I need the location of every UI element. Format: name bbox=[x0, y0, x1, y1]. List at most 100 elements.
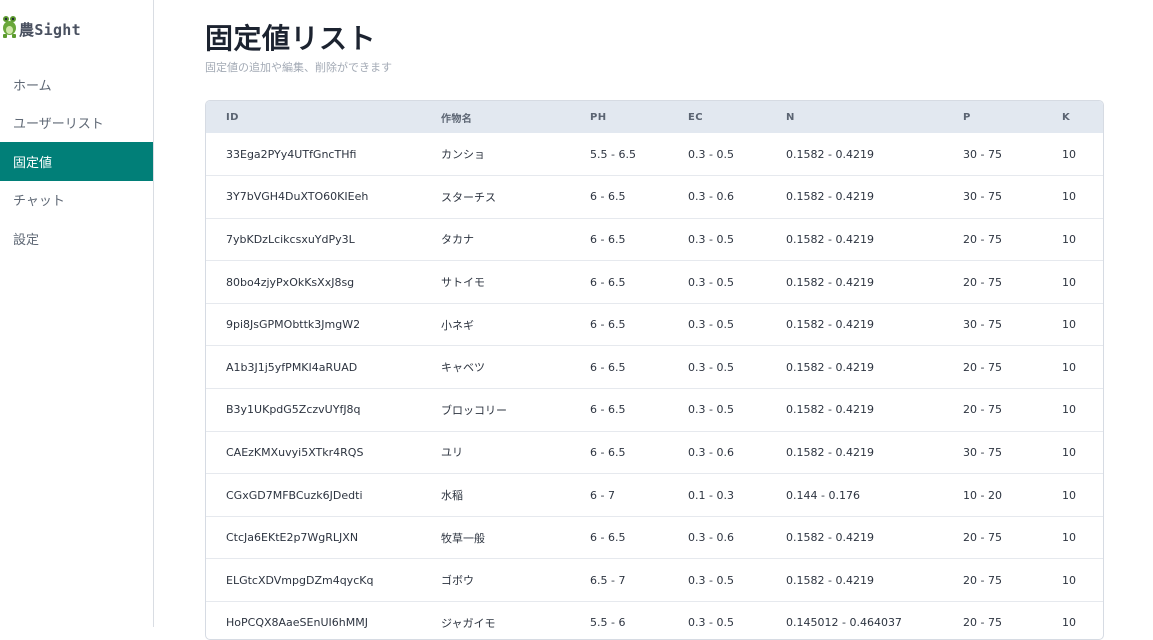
table-row[interactable]: CGxGD7MFBCuzk6JDedti 水稲 6 - 7 0.1 - 0.3 0.14… bbox=[206, 474, 1103, 517]
app-logo[interactable]: 農Sight bbox=[2, 14, 81, 44]
table-row[interactable]: 9pi8JsGPMObttk3JmgW2 小ネギ 6 - 6.5 0.3 - 0.5 0… bbox=[206, 303, 1103, 346]
cell-ec: 0.3 - 0.5 bbox=[688, 573, 734, 587]
cell-n: 0.1582 - 0.4219 bbox=[786, 531, 874, 545]
cell-crop-name: 水稲 bbox=[441, 489, 463, 503]
cell-ec: 0.3 - 0.6 bbox=[688, 190, 734, 204]
cell-p: 30 - 75 bbox=[963, 147, 1002, 161]
sidebar-item-home[interactable]: ホーム bbox=[0, 65, 153, 104]
cell-n: 0.1582 - 0.4219 bbox=[786, 147, 874, 161]
sidebar-item-label: 固定値 bbox=[13, 155, 53, 171]
cell-n: 0.145012 - 0.464037 bbox=[786, 616, 902, 630]
cell-id: CtcJa6EKtE2p7WgRLJXN bbox=[226, 531, 359, 545]
cell-p: 20 - 75 bbox=[963, 360, 1002, 374]
cell-ph: 6 - 6.5 bbox=[590, 360, 626, 374]
sidebar: 農Sight ホーム ユーザーリスト 固定値 チャット 設定 bbox=[0, 0, 154, 627]
logo-kanji: 農 bbox=[19, 20, 35, 39]
cell-id: 33Ega2PYy4UTfGncTHfi bbox=[226, 147, 357, 161]
table-row[interactable]: 80bo4zjyPxOkKsXxJ8sg サトイモ 6 - 6.5 0.3 - 0.5… bbox=[206, 261, 1103, 304]
cell-ph: 6 - 6.5 bbox=[590, 318, 626, 332]
cell-p: 20 - 75 bbox=[963, 403, 1002, 417]
frog-icon bbox=[2, 14, 18, 44]
table-row[interactable]: HoPCQX8AaeSEnUI6hMMJ ジャガイモ 5.5 - 6 0.3 - 0.… bbox=[206, 602, 1103, 639]
sidebar-item-settings[interactable]: 設定 bbox=[0, 219, 153, 258]
cell-ph: 6 - 6.5 bbox=[590, 445, 626, 459]
cell-ec: 0.3 - 0.5 bbox=[688, 403, 734, 417]
cell-ph: 5.5 - 6 bbox=[590, 616, 626, 630]
table-row[interactable]: 3Y7bVGH4DuXTO60KIEeh スターチス 6 - 6.5 0.3 - 0.… bbox=[206, 176, 1103, 219]
table-row[interactable]: A1b3J1j5yfPMKI4aRUAD キャベツ 6 - 6.5 0.3 - 0.5… bbox=[206, 346, 1103, 389]
table-header-row: ID 作物名 PH EC N P K bbox=[206, 101, 1103, 133]
cell-p: 20 - 75 bbox=[963, 232, 1002, 246]
cell-n: 0.1582 - 0.4219 bbox=[786, 275, 874, 289]
sidebar-nav: ホーム ユーザーリスト 固定値 チャット 設定 bbox=[0, 65, 153, 258]
cell-k: 10 bbox=[1062, 573, 1076, 587]
cell-ec: 0.3 - 0.5 bbox=[688, 360, 734, 374]
cell-ph: 6 - 6.5 bbox=[590, 232, 626, 246]
cell-k: 10 bbox=[1062, 318, 1076, 332]
cell-crop-name: ユリ bbox=[441, 446, 463, 460]
cell-k: 10 bbox=[1062, 275, 1076, 289]
cell-n: 0.144 - 0.176 bbox=[786, 488, 860, 502]
cell-p: 20 - 75 bbox=[963, 531, 1002, 545]
cell-p: 30 - 75 bbox=[963, 445, 1002, 459]
cell-k: 10 bbox=[1062, 445, 1076, 459]
sidebar-item-label: ユーザーリスト bbox=[13, 117, 104, 133]
cell-id: 7ybKDzLcikcsxuYdPy3L bbox=[226, 232, 355, 246]
cell-n: 0.1582 - 0.4219 bbox=[786, 232, 874, 246]
cell-id: HoPCQX8AaeSEnUI6hMMJ bbox=[226, 616, 368, 630]
cell-id: ELGtcXDVmpgDZm4qycKq bbox=[226, 573, 374, 587]
cell-crop-name: カンショ bbox=[441, 148, 485, 162]
table-row[interactable]: CtcJa6EKtE2p7WgRLJXN 牧草一般 6 - 6.5 0.3 - 0.6… bbox=[206, 516, 1103, 559]
column-header-crop-name: 作物名 bbox=[441, 113, 473, 125]
sidebar-item-chat[interactable]: チャット bbox=[0, 181, 153, 220]
cell-crop-name: スターチス bbox=[441, 190, 496, 204]
table-row[interactable]: 33Ega2PYy4UTfGncTHfi カンショ 5.5 - 6.5 0.3 - 0… bbox=[206, 133, 1103, 176]
cell-crop-name: ブロッコリー bbox=[441, 403, 507, 417]
page-subtitle: 固定値の追加や編集、削除ができます bbox=[205, 61, 392, 74]
cell-ec: 0.3 - 0.5 bbox=[688, 232, 734, 246]
cell-p: 30 - 75 bbox=[963, 318, 1002, 332]
table-row[interactable]: ELGtcXDVmpgDZm4qycKq ゴボウ 6.5 - 7 0.3 - 0.5 0… bbox=[206, 559, 1103, 602]
cell-id: 80bo4zjyPxOkKsXxJ8sg bbox=[226, 275, 355, 289]
cell-n: 0.1582 - 0.4219 bbox=[786, 445, 874, 459]
cell-p: 20 - 75 bbox=[963, 573, 1002, 587]
sidebar-item-user-list[interactable]: ユーザーリスト bbox=[0, 104, 153, 143]
cell-ec: 0.3 - 0.6 bbox=[688, 445, 734, 459]
fixed-values-table: ID 作物名 PH EC N P K 33Ega2PYy4UTfGncTHfi カ… bbox=[205, 100, 1104, 640]
table-row[interactable]: B3y1UKpdG5ZczvUYfJ8q ブロッコリー 6 - 6.5 0.3 - 0… bbox=[206, 389, 1103, 432]
sidebar-item-label: 設定 bbox=[13, 232, 40, 248]
logo-text: Sight bbox=[34, 20, 81, 39]
cell-crop-name: キャベツ bbox=[441, 361, 485, 375]
cell-k: 10 bbox=[1062, 147, 1076, 161]
cell-id: B3y1UKpdG5ZczvUYfJ8q bbox=[226, 403, 361, 417]
table-row[interactable]: 7ybKDzLcikcsxuYdPy3L タカナ 6 - 6.5 0.3 - 0.5 0… bbox=[206, 218, 1103, 261]
cell-ec: 0.3 - 0.5 bbox=[688, 616, 734, 630]
cell-crop-name: タカナ bbox=[441, 233, 474, 247]
column-header-p: P bbox=[963, 111, 971, 123]
cell-crop-name: 小ネギ bbox=[441, 318, 474, 332]
column-header-id: ID bbox=[226, 111, 239, 123]
cell-p: 30 - 75 bbox=[963, 190, 1002, 204]
cell-k: 10 bbox=[1062, 360, 1076, 374]
column-header-n: N bbox=[786, 111, 795, 123]
table-body: 33Ega2PYy4UTfGncTHfi カンショ 5.5 - 6.5 0.3 - 0… bbox=[206, 133, 1103, 639]
cell-ec: 0.3 - 0.6 bbox=[688, 531, 734, 545]
cell-p: 20 - 75 bbox=[963, 275, 1002, 289]
table-row[interactable]: CAEzKMXuvyi5XTkr4RQS ユリ 6 - 6.5 0.3 - 0.6 0.… bbox=[206, 431, 1103, 474]
sidebar-item-fixed-values[interactable]: 固定値 bbox=[0, 142, 153, 181]
cell-ph: 6 - 6.5 bbox=[590, 403, 626, 417]
cell-k: 10 bbox=[1062, 403, 1076, 417]
cell-ec: 0.3 - 0.5 bbox=[688, 318, 734, 332]
cell-ph: 6.5 - 7 bbox=[590, 573, 626, 587]
cell-ph: 6 - 6.5 bbox=[590, 275, 626, 289]
cell-id: CGxGD7MFBCuzk6JDedti bbox=[226, 488, 363, 502]
cell-p: 20 - 75 bbox=[963, 616, 1002, 630]
cell-ph: 5.5 - 6.5 bbox=[590, 147, 636, 161]
cell-k: 10 bbox=[1062, 488, 1076, 502]
cell-k: 10 bbox=[1062, 531, 1076, 545]
sidebar-item-label: チャット bbox=[13, 194, 65, 210]
cell-id: 3Y7bVGH4DuXTO60KIEeh bbox=[226, 190, 369, 204]
cell-n: 0.1582 - 0.4219 bbox=[786, 318, 874, 332]
cell-crop-name: ゴボウ bbox=[441, 574, 474, 588]
cell-id: A1b3J1j5yfPMKI4aRUAD bbox=[226, 360, 358, 374]
